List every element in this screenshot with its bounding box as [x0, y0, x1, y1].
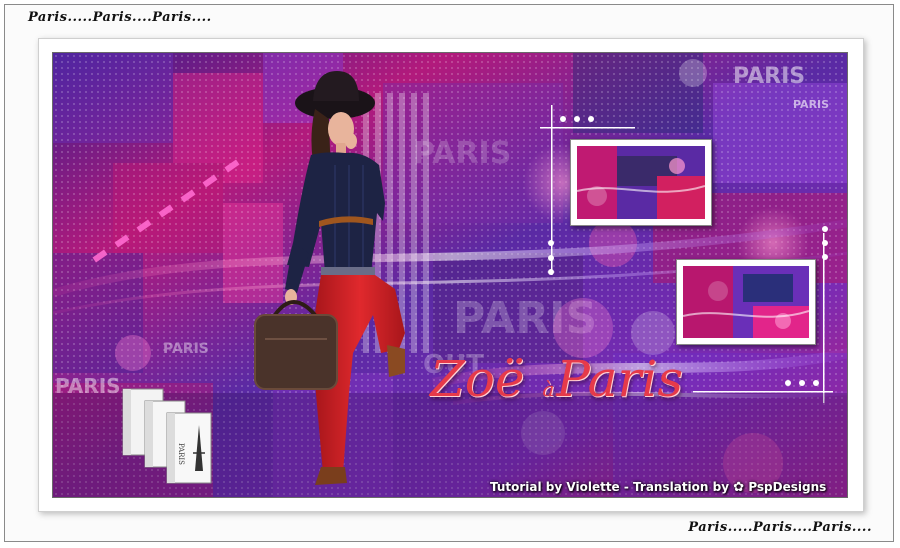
svg-text:PARIS: PARIS — [733, 64, 805, 89]
thumbnail-frame-1 — [570, 139, 712, 226]
title-small: à — [542, 377, 555, 401]
svg-text:PARIS: PARIS — [163, 341, 209, 357]
svg-text:PARIS: PARIS — [413, 136, 511, 171]
handbag — [255, 315, 337, 389]
credit-text: Tutorial by Violette - Translation by — [490, 480, 730, 494]
bottom-caption: Paris.....Paris....Paris.... — [688, 520, 872, 535]
thumbnail-image-2 — [683, 266, 809, 338]
title-end: Paris — [556, 350, 684, 408]
credit-line: Tutorial by Violette - Translation by ✿ … — [490, 480, 826, 495]
artwork-title: Zoë àParis — [430, 354, 683, 404]
credit-brand: PspDesigns — [748, 480, 827, 494]
thumbnail-image-1 — [577, 146, 705, 219]
top-caption: Paris.....Paris....Paris.... — [28, 10, 212, 25]
thumbnail-frame-2 — [676, 259, 816, 345]
svg-text:PARIS: PARIS — [177, 443, 185, 465]
svg-text:PARIS: PARIS — [793, 98, 829, 111]
credit-logo: ✿ — [733, 480, 745, 495]
title-main: Zoë — [430, 350, 525, 408]
